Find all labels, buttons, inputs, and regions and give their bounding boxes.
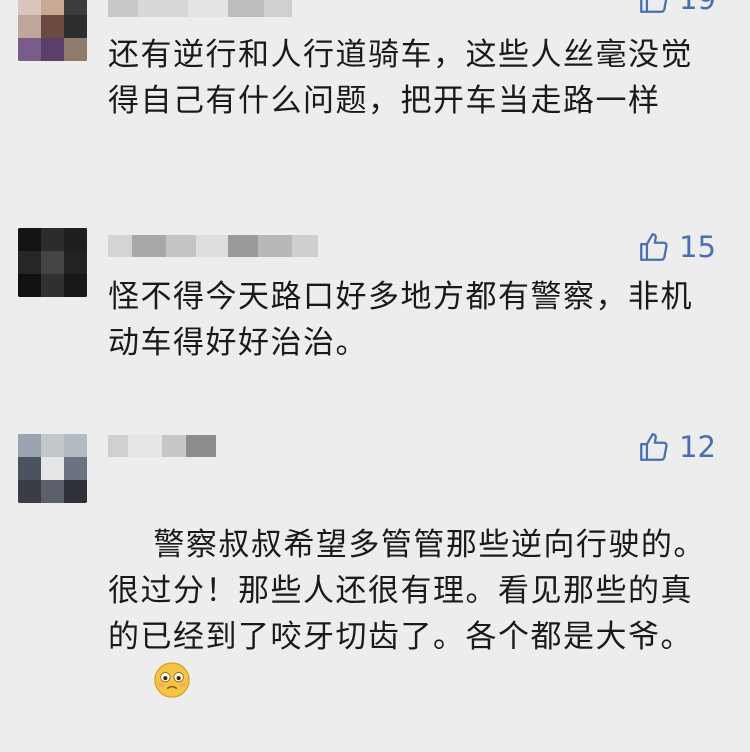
like-button[interactable]: 19 bbox=[637, 0, 716, 16]
comment-text: 怪不得今天路口好多地方都有警察，非机动车得好好治治。 bbox=[108, 279, 693, 361]
like-count: 15 bbox=[679, 230, 716, 264]
like-button[interactable]: 15 bbox=[637, 230, 716, 264]
username-blurred[interactable] bbox=[108, 232, 318, 260]
avatar[interactable] bbox=[18, 228, 87, 297]
thumbs-up-icon bbox=[640, 233, 668, 261]
like-button[interactable]: 12 bbox=[637, 430, 716, 464]
avatar[interactable] bbox=[18, 434, 87, 503]
woozy-face-emoji bbox=[154, 662, 191, 698]
username-blurred[interactable] bbox=[108, 432, 216, 460]
comment-text: 还有逆行和人行道骑车，这些人丝毫没觉得自己有什么问题，把开车当走路一样 bbox=[108, 37, 693, 119]
comment-text-body: 警察叔叔希望多管管那些逆向行驶的。很过分！那些人还很有理。看见那些的真的已经到了… bbox=[108, 527, 706, 655]
username-blurred[interactable] bbox=[108, 0, 292, 20]
avatar[interactable] bbox=[18, 0, 87, 61]
like-count: 12 bbox=[679, 430, 716, 464]
like-count: 19 bbox=[679, 0, 716, 16]
thumbs-up-icon bbox=[640, 0, 668, 13]
thumbs-up-icon bbox=[640, 433, 668, 461]
comment-text: 警察叔叔希望多管管那些逆向行驶的。很过分！那些人还很有理。看见那些的真的已经到了… bbox=[108, 476, 708, 752]
